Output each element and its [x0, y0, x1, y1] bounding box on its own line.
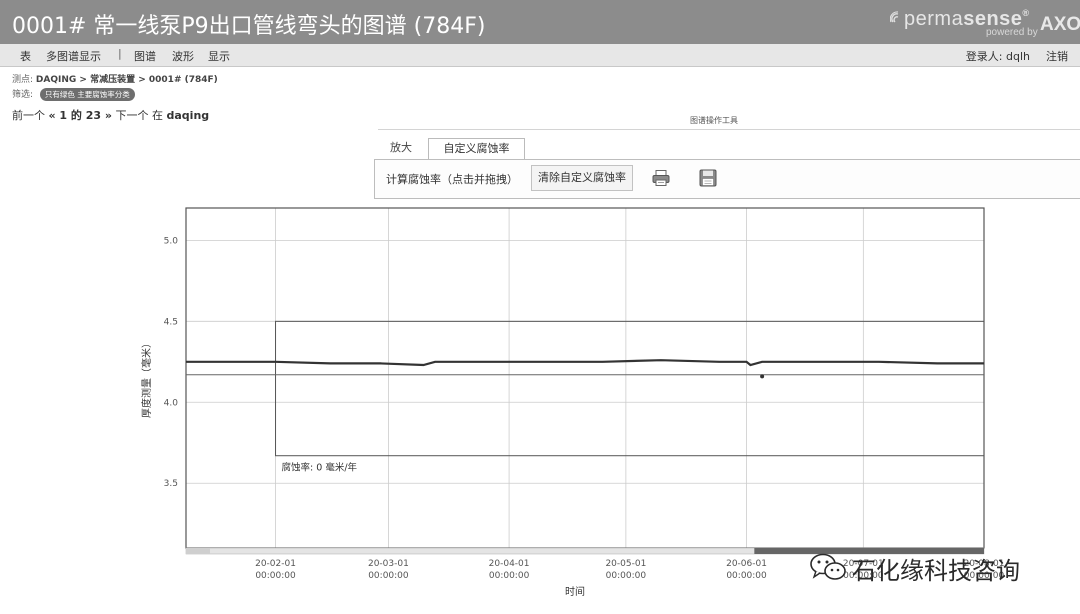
nav-item-chart[interactable]: 图谱 — [134, 48, 156, 64]
pager-site: daqing — [166, 109, 210, 122]
filter-label: 筛选: — [12, 90, 34, 100]
corrosion-rate-label: 腐蚀率: 0 毫米/年 — [282, 462, 358, 474]
logged-in-user: 登录人: dqlh — [965, 50, 1030, 63]
wechat-icon — [810, 553, 846, 580]
nav-item-display[interactable]: 显示 — [208, 48, 230, 64]
y-axis: 5.0 4.5 4.0 3.5 — [164, 236, 179, 489]
pager: 前一个 « 1 的 23 » 下一个 在 daqing — [12, 107, 209, 123]
tools-title: 图谱操作工具 — [690, 116, 738, 125]
pager-prev[interactable]: 前一个 — [12, 109, 45, 122]
nav-item-waveform[interactable]: 波形 — [172, 48, 194, 64]
x-tick-label: 20-06-01 — [726, 559, 767, 569]
x-tick-label: 20-02-01 — [255, 559, 296, 569]
printer-icon[interactable] — [651, 169, 671, 187]
pager-range[interactable]: « 1 的 23 » — [49, 109, 113, 122]
series-line — [186, 359, 984, 367]
selection: 腐蚀率: 0 毫米/年 — [186, 320, 985, 474]
outlier-point — [760, 374, 765, 379]
x-tick-time-label: 00:00:00 — [726, 571, 767, 581]
x-tick-label: 20-03-01 — [368, 559, 409, 569]
tab-zoom[interactable]: 放大 — [378, 138, 424, 158]
watermark-text: 石化缘科技咨询 — [852, 557, 1020, 585]
brand-axo: AXO — [1040, 14, 1080, 35]
y-axis-label: 厚度测量（毫米） — [140, 338, 153, 418]
tools-divider — [378, 129, 1080, 130]
y-tick-label: 3.5 — [164, 479, 178, 489]
breadcrumb: 测点: DAQING > 常减压装置 > 0001# (784F) — [12, 72, 218, 85]
x-tick-label: 20-04-01 — [489, 559, 530, 569]
title-bar: 0001# 常一线泵P9出口管线弯头的图谱 (784F) permasense®… — [0, 0, 1080, 44]
nav-separator: | — [118, 47, 122, 60]
selection-box — [275, 320, 985, 457]
watermark: 石化缘科技咨询 — [808, 548, 1068, 588]
x-tick-time-label: 00:00:00 — [606, 571, 647, 581]
calc-rate-label: 计算腐蚀率（点击并拖拽） — [386, 173, 518, 186]
x-tick-label: 20-05-01 — [605, 559, 646, 569]
brand-powered: powered by — [986, 27, 1038, 38]
y-tick-label: 4.5 — [164, 317, 178, 327]
nav-item-multi-chart[interactable]: 多图谱显示 — [46, 48, 101, 64]
y-tick-label: 5.0 — [164, 236, 179, 246]
breadcrumb-label: 测点: — [12, 75, 34, 85]
chart-series — [186, 359, 984, 379]
tab-custom-corrosion-rate[interactable]: 自定义腐蚀率 — [428, 138, 525, 160]
y-tick-label: 4.0 — [164, 398, 179, 408]
x-tick-time-label: 00:00:00 — [255, 571, 296, 581]
filter-row: 筛选: 只有绿色 主要腐蚀率分类 — [12, 87, 135, 101]
clear-custom-rate-button[interactable]: 清除自定义腐蚀率 — [531, 165, 633, 191]
plot-area — [185, 207, 985, 549]
brand-logo: permasense® powered by AXO — [890, 6, 1080, 40]
nav-bar: 表 多图谱显示 | 图谱 波形 显示 登录人: dqlh 注销 — [0, 44, 1080, 67]
range-handle-left — [186, 548, 210, 554]
nav-item-table[interactable]: 表 — [20, 48, 31, 64]
chart-grid — [186, 208, 985, 548]
floppy-save-icon[interactable] — [698, 169, 718, 187]
x-tick-time-label: 00:00:00 — [489, 571, 530, 581]
logout-link[interactable]: 注销 — [1046, 48, 1068, 64]
pager-next[interactable]: 下一个 在 — [116, 109, 164, 122]
page-title: 0001# 常一线泵P9出口管线弯头的图谱 (784F) — [12, 14, 486, 39]
x-tick-time-label: 00:00:00 — [368, 571, 409, 581]
breadcrumb-path[interactable]: DAQING > 常减压装置 > 0001# (784F) — [36, 75, 218, 85]
x-axis-label: 时间 — [565, 585, 585, 598]
filter-badge[interactable]: 只有绿色 主要腐蚀率分类 — [39, 88, 135, 101]
